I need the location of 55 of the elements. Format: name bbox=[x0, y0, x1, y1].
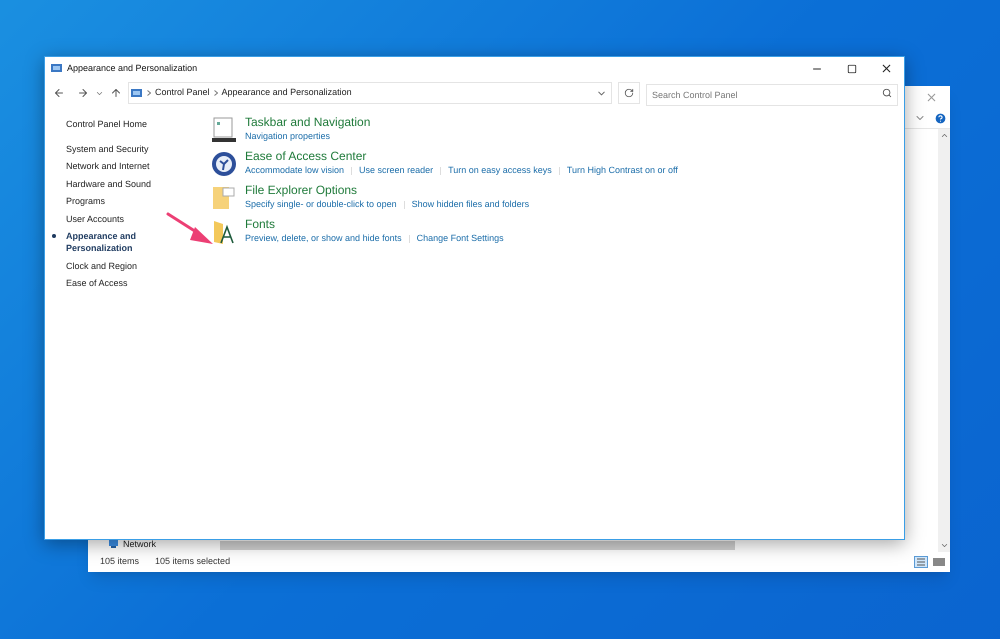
refresh-button[interactable] bbox=[618, 82, 640, 104]
breadcrumb[interactable]: Appearance and Personalization bbox=[222, 86, 352, 100]
task-link[interactable]: Navigation properties bbox=[245, 130, 330, 143]
search-icon[interactable] bbox=[882, 88, 892, 98]
folder-options-icon bbox=[211, 185, 237, 211]
close-icon[interactable] bbox=[925, 90, 938, 104]
breadcrumb-chevron-icon bbox=[214, 90, 218, 96]
task-link[interactable]: Turn High Contrast on or off bbox=[566, 164, 678, 177]
category-title[interactable]: Ease of Access Center bbox=[245, 148, 678, 164]
scrollbar[interactable] bbox=[938, 129, 950, 552]
status-text: 105 items selected bbox=[155, 555, 230, 568]
sidebar-item[interactable]: Hardware and Sound bbox=[66, 178, 156, 190]
up-icon[interactable] bbox=[110, 87, 122, 99]
accessibility-icon bbox=[211, 151, 237, 177]
sidebar-item[interactable]: Ease of Access bbox=[66, 277, 156, 289]
category-title[interactable]: Fonts bbox=[245, 216, 504, 232]
close-icon bbox=[880, 62, 893, 75]
category-title[interactable]: File Explorer Options bbox=[245, 182, 530, 198]
sidebar-item[interactable]: User Accounts bbox=[66, 212, 156, 224]
sidebar-item[interactable]: Appearance and Personalization bbox=[66, 230, 156, 254]
sidebar-item[interactable]: Programs bbox=[66, 195, 156, 207]
refresh-icon bbox=[624, 88, 634, 98]
sidebar-item[interactable]: Network and Internet bbox=[66, 160, 156, 172]
network-icon bbox=[108, 539, 119, 550]
details-view-icon[interactable] bbox=[914, 556, 928, 568]
help-icon[interactable] bbox=[934, 112, 947, 124]
task-link[interactable]: Turn on easy access keys bbox=[448, 164, 552, 177]
selected-bullet-icon bbox=[52, 234, 56, 238]
control-panel-icon bbox=[131, 88, 143, 98]
category-title[interactable]: Taskbar and Navigation bbox=[245, 114, 370, 130]
task-link[interactable]: Specify single- or double-click to open bbox=[245, 198, 397, 211]
sidebar-item[interactable]: Clock and Region bbox=[66, 260, 156, 272]
back-icon[interactable] bbox=[53, 87, 65, 99]
sidebar-link[interactable]: Control Panel Home bbox=[66, 118, 211, 132]
control-panel-icon bbox=[51, 63, 63, 74]
nav-item[interactable]: Network bbox=[108, 538, 220, 551]
forward-icon[interactable] bbox=[77, 87, 89, 99]
task-link[interactable]: Change Font Settings bbox=[416, 232, 504, 245]
maximize-icon bbox=[846, 64, 856, 74]
task-link[interactable]: Accommodate low vision bbox=[245, 164, 344, 177]
breadcrumb-chevron-icon bbox=[147, 90, 151, 96]
breadcrumb[interactable]: Control Panel bbox=[155, 86, 210, 100]
task-link[interactable]: Use screen reader bbox=[359, 164, 434, 177]
scroll-up-icon[interactable] bbox=[940, 131, 948, 140]
scroll-down-icon[interactable] bbox=[940, 541, 948, 550]
status-text: 105 items bbox=[100, 555, 140, 568]
task-link[interactable]: Preview, delete, or show and hide fonts bbox=[245, 232, 402, 245]
address-bar[interactable]: Control Panel Appearance and Personalization bbox=[128, 82, 612, 104]
thumbnail-view-icon[interactable] bbox=[932, 556, 946, 568]
pointer-arrow bbox=[165, 211, 215, 247]
taskbar-window-icon bbox=[211, 117, 237, 143]
sidebar-item[interactable]: System and Security bbox=[66, 142, 156, 154]
task-link[interactable]: Show hidden files and folders bbox=[412, 198, 530, 211]
window-title: Appearance and Personalization bbox=[67, 62, 198, 75]
search-field[interactable]: Search Control Panel bbox=[646, 84, 898, 106]
